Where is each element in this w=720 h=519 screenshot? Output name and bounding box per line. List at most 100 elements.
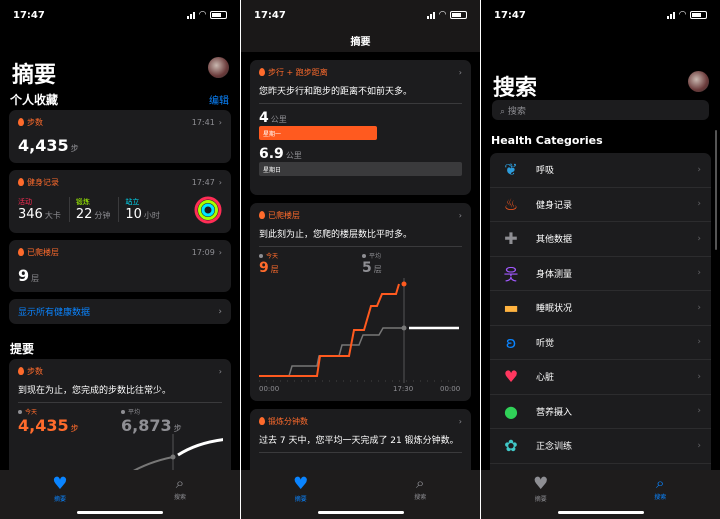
tab-label: 摘要 (534, 496, 547, 503)
flame-icon: ♨ (503, 194, 519, 214)
today-label: 今天 (25, 409, 38, 416)
category-row[interactable]: ♨ 健身记录 › (490, 188, 711, 222)
avatar[interactable] (208, 57, 229, 78)
card-title: 健身记录 (27, 178, 59, 187)
steps-card[interactable]: 步数 17:41 › 4,435 步 (9, 110, 231, 163)
category-name: 正念训练 (536, 442, 573, 453)
unit: 层 (31, 274, 40, 283)
chevron-right-icon: › (458, 68, 462, 77)
category-row[interactable]: ❦ 呼吸 › (490, 153, 711, 188)
tab-label: 搜索 (414, 494, 427, 501)
chevron-right-icon: › (697, 268, 701, 279)
stand-label: 站立 (125, 198, 140, 206)
floors-value: 9 (18, 266, 30, 285)
chevron-right-icon: › (697, 164, 701, 175)
search-icon: ⌕ (500, 107, 508, 117)
category-row[interactable]: ✚ 其他数据 › (490, 222, 711, 257)
category-name: 身体测量 (536, 269, 573, 280)
category-name: 营养摄入 (536, 407, 573, 418)
chevron-right-icon: › (218, 367, 222, 376)
apple-icon: ● (504, 401, 518, 421)
move-value: 346 (18, 207, 43, 222)
bar-label: 星期日 (263, 167, 282, 174)
today-label: 今天 (266, 253, 279, 260)
chevron-right-icon: › (218, 248, 222, 257)
flame-icon (18, 178, 24, 186)
unit: 步 (173, 424, 182, 433)
chevron-right-icon: › (458, 417, 462, 426)
unit: 公里 (285, 151, 302, 160)
plus-icon: ✚ (504, 229, 518, 249)
flame-icon (18, 248, 24, 256)
mindfulness-icon: ✿ (504, 436, 518, 456)
summary-scrolled-screen: 17:47 ◠ 摘要 步行 + 跑步距离 › 您昨天步行和跑步的距离不如前天多。 … (240, 0, 480, 519)
heart-icon: ♥ (52, 474, 68, 494)
page-title: 摘要 (12, 63, 57, 88)
highlights-heading: 提要 (10, 342, 35, 356)
category-row[interactable]: ʚ 听觉 › (490, 326, 711, 360)
bar-label: 星期一 (263, 131, 282, 138)
summary-screen: 17:47 ◠ 摘要 个人收藏 编辑 步数 17:41 › 4,435 步 健身记录 1… (0, 0, 240, 519)
x-tick-label: 00:00 (440, 385, 460, 393)
floors-highlight-card[interactable]: 已爬楼层 › 到此刻为止，您爬的楼层数比平时多。 今天 9 层 平均 5 层 00:00 … (250, 203, 471, 401)
wifi-icon: ◠ (199, 10, 206, 20)
flame-icon (18, 118, 24, 126)
category-row[interactable]: ▬ 睡眠状况 › (490, 291, 711, 326)
chevron-right-icon: › (218, 178, 222, 187)
x-tick-label: 17:30 (393, 385, 413, 393)
status-bar: 17:47 ◠ (481, 0, 720, 30)
home-indicator (77, 511, 163, 514)
card-title: 步行 + 跑步距离 (268, 68, 328, 77)
tab-label: 搜索 (654, 494, 667, 501)
status-time: 17:47 (13, 9, 45, 21)
card-time: 17:09 (191, 248, 215, 257)
distance-card[interactable]: 步行 + 跑步距离 › 您昨天步行和跑步的距离不如前天多。 4 公里 星期一 6.9… (250, 60, 471, 195)
distance-bar-monday: 星期一 (259, 126, 377, 140)
card-title: 步数 (27, 118, 43, 127)
battery-icon (210, 11, 227, 19)
chevron-right-icon: › (697, 302, 701, 313)
search-screen: 17:47 ◠ 搜索 ⌕ 搜索 Health Categories ❦ 呼吸 › ♨ 健… (480, 0, 720, 519)
average-value: 6,873 (121, 416, 172, 435)
category-row[interactable]: ♥ 心脏 › (490, 360, 711, 395)
chevron-right-icon: › (697, 337, 701, 348)
floors-description: 到此刻为止，您爬的楼层数比平时多。 (259, 227, 462, 247)
unit: 步 (70, 424, 79, 433)
move-label: 活动 (18, 198, 32, 206)
today-value: 9 (259, 260, 269, 276)
x-tick-label: 00:00 (259, 385, 279, 393)
unit: 分钟 (94, 211, 111, 220)
average-label: 平均 (128, 409, 141, 416)
flame-icon (259, 417, 265, 425)
exercise-description: 过去 7 天中，您平均一天完成了 21 锻炼分钟数。 (259, 433, 462, 453)
floors-card[interactable]: 已爬楼层 17:09 › 9层 (9, 240, 231, 292)
unit: 大卡 (44, 211, 61, 220)
edit-button[interactable]: 编辑 (209, 92, 229, 107)
category-row[interactable]: 웃 身体测量 › (490, 257, 711, 291)
search-icon: ⌕ (175, 474, 185, 492)
unit: 小时 (143, 211, 160, 220)
chevron-right-icon: › (697, 406, 701, 417)
signal-icon (187, 11, 196, 19)
unit: 层 (270, 265, 279, 274)
today-now-point (401, 281, 407, 287)
categories-heading: Health Categories (491, 134, 603, 147)
average-now-point (401, 325, 407, 331)
search-input[interactable]: ⌕ 搜索 (492, 100, 709, 120)
page-title: 搜索 (493, 76, 538, 101)
category-name: 健身记录 (536, 200, 573, 211)
category-row[interactable]: ● 营养摄入 › (490, 395, 711, 429)
category-name: 呼吸 (536, 166, 555, 177)
heart-icon: ♥ (503, 367, 519, 387)
status-bar: 17:47 ◠ (241, 0, 480, 30)
tab-label: 摘要 (294, 496, 307, 503)
chevron-right-icon: › (218, 118, 222, 127)
activity-card[interactable]: 健身记录 17:47 › 活动 346 大卡 锻炼 22 分钟 站立 10 小时 (9, 170, 231, 233)
category-row[interactable]: ✿ 正念训练 › (490, 429, 711, 464)
show-all-data-button[interactable]: 显示所有健康数据 › (9, 299, 231, 324)
chevron-right-icon: › (697, 199, 701, 210)
scrollbar[interactable] (715, 130, 717, 250)
card-title: 步数 (27, 367, 43, 376)
avatar[interactable] (688, 71, 709, 92)
bed-icon: ▬ (503, 298, 519, 318)
